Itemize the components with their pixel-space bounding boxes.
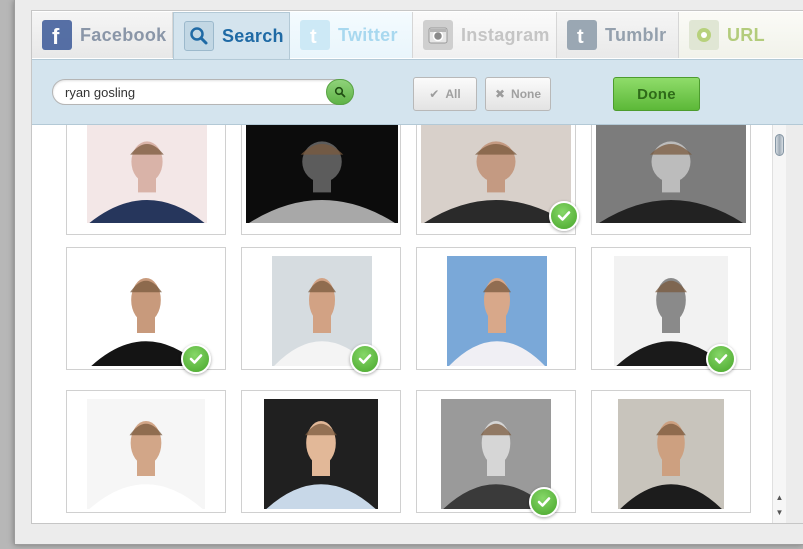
search-input[interactable] xyxy=(65,83,315,101)
photo-thumbnail xyxy=(87,125,207,223)
svg-text:f: f xyxy=(52,24,60,46)
search-toolbar: ✔ All ✖ None Done xyxy=(32,59,803,125)
tab-facebook[interactable]: f Facebook xyxy=(32,12,173,58)
photo-thumbnail xyxy=(87,399,205,509)
picker-panel: f Facebook Search t Twitter Instagram t … xyxy=(31,10,803,524)
selected-check-icon[interactable] xyxy=(706,344,736,374)
select-all-button[interactable]: ✔ All xyxy=(413,77,477,111)
photo-tile[interactable] xyxy=(66,247,226,374)
tab-url[interactable]: URL xyxy=(679,12,803,58)
photo-tile[interactable] xyxy=(416,247,576,370)
tab-search-label: Search xyxy=(222,25,284,46)
source-tabs: f Facebook Search t Twitter Instagram t … xyxy=(32,11,803,59)
selected-check-icon[interactable] xyxy=(181,344,211,374)
selected-check-icon[interactable] xyxy=(529,487,559,517)
photo-thumbnail xyxy=(447,256,547,366)
done-label: Done xyxy=(637,85,676,103)
photo-tile[interactable] xyxy=(241,390,401,513)
photo-tile[interactable] xyxy=(241,247,401,374)
selected-check-icon[interactable] xyxy=(549,201,579,231)
instagram-icon xyxy=(423,20,453,50)
tab-facebook-label: Facebook xyxy=(80,24,167,45)
url-icon xyxy=(689,20,719,50)
checkmark-icon: ✔ xyxy=(429,87,440,101)
photo-thumbnail xyxy=(596,125,746,223)
tab-tumblr-label: Tumblr xyxy=(605,24,667,45)
select-none-button[interactable]: ✖ None xyxy=(485,77,551,111)
photo-tile[interactable] xyxy=(591,247,751,374)
search-submit-button[interactable] xyxy=(326,79,354,105)
tumblr-icon: t xyxy=(567,20,597,50)
image-picker-window: f Facebook Search t Twitter Instagram t … xyxy=(14,0,803,545)
svg-text:t: t xyxy=(577,26,584,46)
scrollbar-thumb[interactable] xyxy=(775,134,784,156)
tab-instagram[interactable]: Instagram xyxy=(413,12,557,58)
photo-thumbnail xyxy=(264,399,378,509)
done-button[interactable]: Done xyxy=(613,77,700,111)
twitter-icon: t xyxy=(300,20,330,50)
tab-url-label: URL xyxy=(727,24,765,45)
selected-check-icon[interactable] xyxy=(350,344,380,374)
tab-tumblr[interactable]: t Tumblr xyxy=(557,12,679,58)
photo-tile[interactable] xyxy=(591,390,751,513)
search-box xyxy=(52,79,354,105)
panel-rim xyxy=(786,125,803,523)
photo-tile[interactable] xyxy=(416,125,579,235)
tab-twitter[interactable]: t Twitter xyxy=(290,12,413,58)
select-all-label: All xyxy=(445,87,461,101)
tab-twitter-label: Twitter xyxy=(338,24,398,45)
facebook-icon: f xyxy=(42,20,72,50)
select-none-label: None xyxy=(511,87,542,101)
magnifier-icon xyxy=(334,86,346,98)
photo-tile[interactable] xyxy=(66,125,226,235)
grid-scrollbar[interactable]: ▲ ▼ xyxy=(772,125,786,523)
photo-thumbnail xyxy=(618,399,724,509)
photo-tile[interactable] xyxy=(416,390,576,517)
svg-text:t: t xyxy=(310,26,317,46)
search-icon xyxy=(184,21,214,51)
photo-tile[interactable] xyxy=(241,125,401,235)
photo-thumbnail xyxy=(421,125,571,223)
tab-search[interactable]: Search xyxy=(173,12,290,59)
photo-grid xyxy=(32,125,803,523)
scroll-up-arrow-icon[interactable]: ▲ xyxy=(773,491,786,505)
cross-icon: ✖ xyxy=(494,87,506,101)
photo-thumbnail xyxy=(246,125,398,223)
photo-tile[interactable] xyxy=(66,390,226,513)
scroll-down-arrow-icon[interactable]: ▼ xyxy=(773,506,786,520)
photo-tile[interactable] xyxy=(591,125,751,235)
tab-instagram-label: Instagram xyxy=(461,24,550,45)
